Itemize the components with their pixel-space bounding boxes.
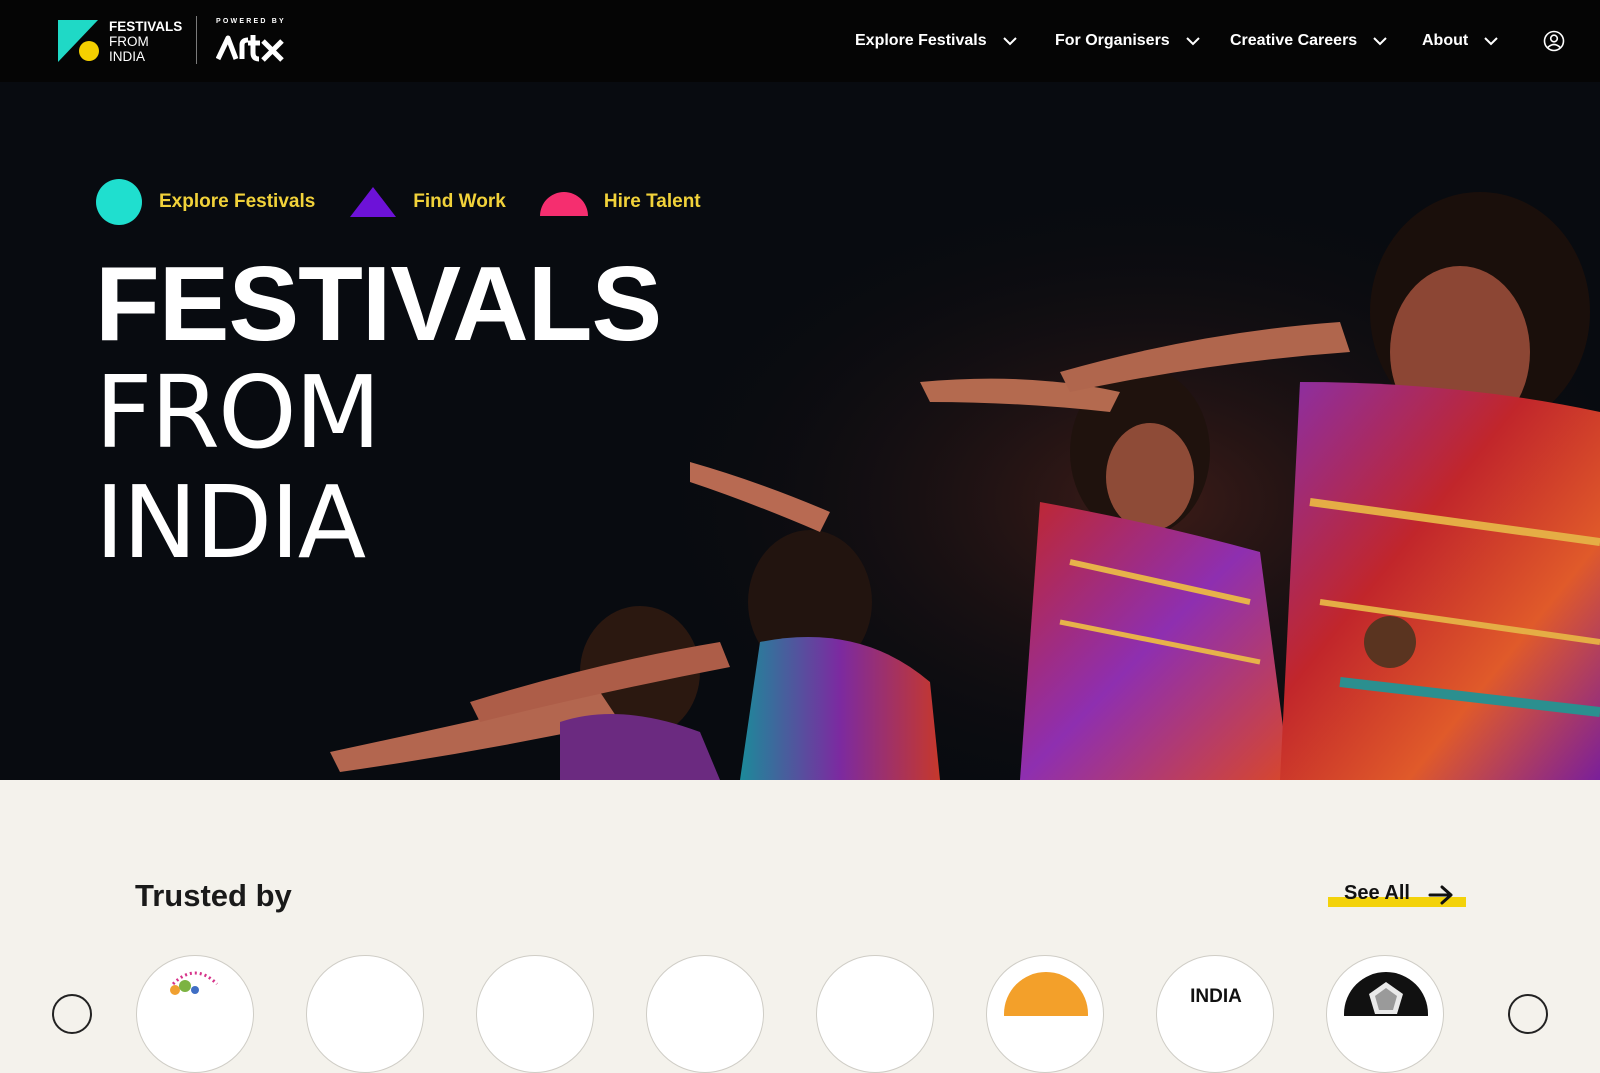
partner-emblem-icon xyxy=(170,971,219,995)
nav-explore-festivals[interactable]: Explore Festivals xyxy=(855,0,1019,82)
logo-line-3: INDIA xyxy=(109,49,146,64)
partner-logo[interactable] xyxy=(476,955,594,1073)
chevron-down-icon xyxy=(1373,37,1387,46)
nav-creative-careers-label: Creative Careers xyxy=(1230,32,1358,49)
pink-semicircle-icon xyxy=(539,192,588,216)
carousel-next-button[interactable] xyxy=(1508,994,1548,1034)
festivals-from-india-logo[interactable]: FESTIVALS FROM INDIA xyxy=(58,18,182,64)
partner-logo[interactable] xyxy=(986,955,1104,1073)
chevron-down-icon xyxy=(1002,37,1017,46)
partner-logo[interactable] xyxy=(1326,955,1444,1073)
nav-about[interactable]: About xyxy=(1422,0,1500,82)
purple-triangle-icon xyxy=(350,187,397,217)
nav-about-label: About xyxy=(1422,32,1469,49)
hero-title-line-2: FROM xyxy=(95,354,381,471)
partner-logo[interactable]: INDIA xyxy=(1156,955,1274,1073)
arrow-right-icon xyxy=(1428,885,1453,905)
partner-shield-icon xyxy=(1344,972,1428,1056)
logo-mark-icon xyxy=(58,20,99,62)
quick-link-find-work-label: Find Work xyxy=(413,191,506,212)
quick-link-explore-festivals-label: Explore Festivals xyxy=(159,191,316,212)
nav-creative-careers[interactable]: Creative Careers xyxy=(1230,0,1389,82)
partner-logo-carousel: INDIA xyxy=(0,955,1600,1073)
nav-for-organisers[interactable]: For Organisers xyxy=(1055,0,1202,82)
powered-by-label: POWERED BY xyxy=(216,18,286,25)
partner-logo[interactable] xyxy=(136,955,254,1073)
see-all-label: See All xyxy=(1344,882,1410,904)
orange-sun-icon xyxy=(1004,972,1088,1056)
hero-title-line-3: INDIA xyxy=(95,464,366,581)
nav-explore-festivals-label: Explore Festivals xyxy=(855,32,987,49)
carousel-prev-button[interactable] xyxy=(52,994,92,1034)
logo-wordmark: FESTIVALS FROM INDIA xyxy=(109,19,182,64)
logo-line-2: FROM xyxy=(109,34,149,49)
hero-quick-links: Explore Festivals Find Work Hire Talent xyxy=(95,178,735,226)
partner-logo[interactable] xyxy=(646,955,764,1073)
nav-for-organisers-label: For Organisers xyxy=(1055,32,1170,49)
trusted-by-heading: Trusted by xyxy=(135,878,292,913)
quick-link-find-work[interactable]: Find Work xyxy=(349,186,506,218)
teal-circle-icon xyxy=(96,179,142,225)
see-all-link[interactable]: See All xyxy=(1328,880,1466,910)
quick-link-explore-festivals[interactable]: Explore Festivals xyxy=(95,178,315,226)
partner-logo[interactable] xyxy=(816,955,934,1073)
chevron-down-icon xyxy=(1484,37,1498,46)
logo-line-1: FESTIVALS xyxy=(109,19,183,34)
user-circle-icon[interactable] xyxy=(1543,30,1565,52)
hero-banner: Explore Festivals Find Work Hire Talent … xyxy=(0,82,1600,780)
hero-title: FESTIVALS FROM INDIA xyxy=(95,245,662,581)
partner-logo-text: INDIA xyxy=(1190,986,1242,1007)
top-navigation-bar: FESTIVALS FROM INDIA POWERED BY Explore … xyxy=(0,0,1600,82)
powered-by-artx[interactable]: POWERED BY xyxy=(216,18,286,64)
partner-logo[interactable] xyxy=(306,955,424,1073)
logo-divider xyxy=(196,16,197,64)
quick-link-hire-talent-label: Hire Talent xyxy=(603,191,701,212)
quick-link-hire-talent[interactable]: Hire Talent xyxy=(539,188,701,216)
artx-logo-icon xyxy=(216,35,284,62)
hero-title-line-1: FESTIVALS xyxy=(95,245,662,363)
chevron-down-icon xyxy=(1185,37,1200,46)
